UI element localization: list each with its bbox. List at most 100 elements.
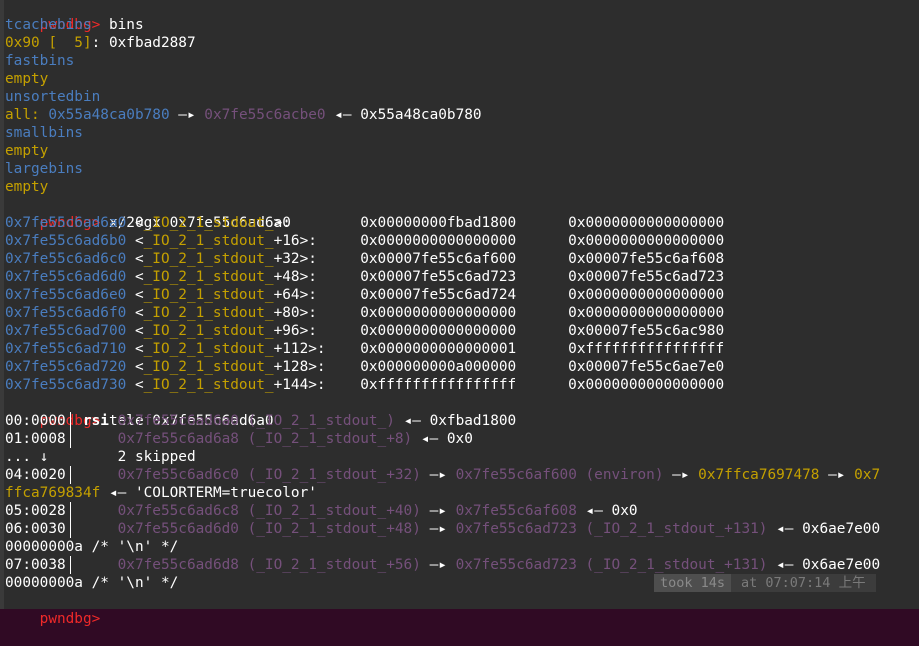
tele-skip-marker: ... ↓: [5, 449, 49, 465]
memory-symbol: _IO_2_1_stdout_: [143, 233, 274, 249]
tele-address: 0x7fe55c6ad6a0 (_IO_2_1_stdout_): [117, 413, 395, 429]
memory-value: 0x00007fe55c6ac980: [568, 323, 725, 339]
smallbins-label: smallbins: [5, 125, 83, 141]
memory-offset: +112>:: [273, 341, 343, 357]
memory-value: 0x00007fe55c6ad724: [360, 287, 517, 303]
memory-offset: +48>:: [273, 269, 343, 285]
memory-value: 0x0000000000000000: [568, 377, 725, 393]
unsorted-chunk-addr: 0x55a48ca0b780: [48, 107, 170, 123]
memory-row: 0x7fe55c6ad6a0 <_IO_2_1_stdout_>: 0x0000…: [5, 215, 725, 231]
memory-row: 0x7fe55c6ad6f0 <_IO_2_1_stdout_+80>: 0x0…: [5, 305, 725, 321]
terminal-window[interactable]: pwndbg> bins tcachebins 0x90 [ 5]: 0xfba…: [0, 0, 919, 627]
tele-stack-pointer-wrap: ffca769834f: [5, 485, 101, 501]
tele-pointer: 0x7fe55c6ad723 (_IO_2_1_stdout_+131): [455, 521, 768, 537]
fastbins-label: fastbins: [5, 53, 75, 69]
memory-offset: +144>:: [273, 377, 343, 393]
tele-stack-pointer-wrap: 0x7: [854, 467, 881, 483]
tele-row-wrap: 00000000a /* '\n' */: [5, 575, 179, 591]
memory-symbol: _IO_2_1_stdout_: [143, 269, 274, 285]
prompt-line-bins: pwndbg> bins: [5, 0, 144, 33]
memory-value: 0x00007fe55c6af608: [568, 251, 725, 267]
tele-value: 0x0: [446, 431, 473, 447]
tele-stack-pointer: 0x7ffca7697478: [698, 467, 820, 483]
tcache-entry-value: : 0xfbad2887: [91, 35, 196, 51]
tele-skipped-row: ... ↓ 2 skipped: [5, 448, 196, 466]
memory-value: 0x0000000000000000: [568, 305, 725, 321]
tele-index: 04:0020: [5, 467, 66, 483]
tele-row: 00:0000 rsi 0x7fe55c6ad6a0 (_IO_2_1_stdo…: [5, 412, 516, 430]
tele-value: 0x6ae7e00: [802, 557, 881, 573]
memory-value: 0x00007fe55c6ae7e0: [568, 359, 725, 375]
unsorted-all-key: all:: [5, 107, 40, 123]
command-text: bins: [108, 17, 144, 33]
memory-offset: +96>:: [273, 323, 343, 339]
tele-row: 01:0008 0x7fe55c6ad6a8 (_IO_2_1_stdout_+…: [5, 430, 473, 448]
arrow-right-icon: —▸: [429, 557, 447, 573]
memory-address: 0x7fe55c6ad720: [5, 359, 127, 375]
arrow-left-icon: ◂—: [585, 503, 603, 519]
memory-row: 0x7fe55c6ad700 <_IO_2_1_stdout_+96>: 0x0…: [5, 323, 725, 339]
memory-value: 0x0000000000000000: [568, 287, 725, 303]
unsortedbin-label: unsortedbin: [5, 89, 101, 105]
fastbins-empty: empty: [5, 71, 49, 87]
memory-address: 0x7fe55c6ad6a0: [5, 215, 127, 231]
arrow-left-icon: ◂—: [403, 413, 421, 429]
prompt-line-tele: pwndbg> tele 0x7fe55c6ad6a0: [5, 394, 274, 429]
memory-symbol: _IO_2_1_stdout_: [143, 305, 274, 321]
largebins-empty: empty: [5, 179, 49, 195]
memory-address: 0x7fe55c6ad700: [5, 323, 127, 339]
unsorted-libc-addr: 0x7fe55c6acbe0: [204, 107, 326, 123]
tele-row: 04:0020 0x7fe55c6ad6c0 (_IO_2_1_stdout_+…: [5, 466, 880, 484]
tele-skip-text: 2 skipped: [117, 449, 196, 465]
tele-value: 0xfbad1800: [429, 413, 517, 429]
memory-address: 0x7fe55c6ad6d0: [5, 269, 127, 285]
arrow-right-icon: —▸: [429, 467, 447, 483]
tele-row: 06:0030 0x7fe55c6ad6d0 (_IO_2_1_stdout_+…: [5, 520, 880, 538]
memory-row: 0x7fe55c6ad710 <_IO_2_1_stdout_+112>: 0x…: [5, 341, 725, 357]
tele-value: 0x6ae7e00: [802, 521, 881, 537]
memory-value: 0x0000000000000000: [360, 233, 517, 249]
memory-offset: +32>:: [273, 251, 343, 267]
tele-row-wrap: 00000000a /* '\n' */: [5, 539, 179, 555]
memory-row: 0x7fe55c6ad6c0 <_IO_2_1_stdout_+32>: 0x0…: [5, 251, 725, 267]
command-status: took 14s at 07:07:14 上午: [654, 574, 876, 592]
memory-address: 0x7fe55c6ad710: [5, 341, 127, 357]
terminal-scrollbar[interactable]: [0, 0, 4, 609]
memory-value: 0x0000000000000000: [568, 233, 725, 249]
tele-string: 'COLORTERM=truecolor': [134, 485, 317, 501]
tele-row-wrap: ffca769834f ◂— 'COLORTERM=truecolor': [5, 484, 317, 502]
memory-symbol: _IO_2_1_stdout_: [143, 215, 274, 231]
tele-row: 05:0028 0x7fe55c6ad6c8 (_IO_2_1_stdout_+…: [5, 502, 638, 520]
prompt-line-final[interactable]: pwndbg>: [5, 592, 101, 627]
memory-row: 0x7fe55c6ad6d0 <_IO_2_1_stdout_+48>: 0x0…: [5, 269, 725, 285]
tele-index: 07:0038: [5, 557, 66, 573]
memory-symbol: _IO_2_1_stdout_: [143, 251, 274, 267]
timestamp-badge: at 07:07:14 上午: [731, 574, 876, 592]
unsortedbin-all: all: 0x55a48ca0b780 —▸ 0x7fe55c6acbe0 ◂—…: [5, 106, 482, 124]
memory-value: 0x000000000a000000: [360, 359, 517, 375]
memory-address: 0x7fe55c6ad6e0: [5, 287, 127, 303]
memory-row: 0x7fe55c6ad730 <_IO_2_1_stdout_+144>: 0x…: [5, 377, 725, 393]
tele-index: 01:0008: [5, 431, 66, 447]
arrow-right-icon: —▸: [828, 467, 846, 483]
arrow-left-icon: ◂—: [420, 431, 439, 447]
arrow-left-icon: ◂—: [776, 521, 794, 537]
memory-symbol: _IO_2_1_stdout_: [143, 323, 274, 339]
tele-address: 0x7fe55c6ad6c0 (_IO_2_1_stdout_+32): [117, 467, 421, 483]
memory-offset: >:: [273, 215, 343, 231]
arrow-left-icon: ◂—: [334, 107, 352, 123]
tele-index: 05:0028: [5, 503, 66, 519]
prompt: pwndbg>: [39, 611, 101, 627]
arrow-right-icon: —▸: [178, 107, 196, 123]
arrow-right-icon: —▸: [429, 521, 447, 537]
tcachebins-label: tcachebins: [5, 17, 92, 33]
memory-value: 0x00007fe55c6af600: [360, 251, 517, 267]
tele-address: 0x7fe55c6ad6a8 (_IO_2_1_stdout_+8): [117, 431, 413, 447]
memory-address: 0x7fe55c6ad730: [5, 377, 127, 393]
memory-offset: +128>:: [273, 359, 343, 375]
arrow-right-icon: —▸: [429, 503, 447, 519]
memory-value: 0xffffffffffffffff: [360, 377, 517, 393]
tele-register: rsi: [82, 413, 109, 429]
memory-value: 0x00007fe55c6ad723: [360, 269, 517, 285]
tele-address: 0x7fe55c6ad6c8 (_IO_2_1_stdout_+40): [117, 503, 421, 519]
